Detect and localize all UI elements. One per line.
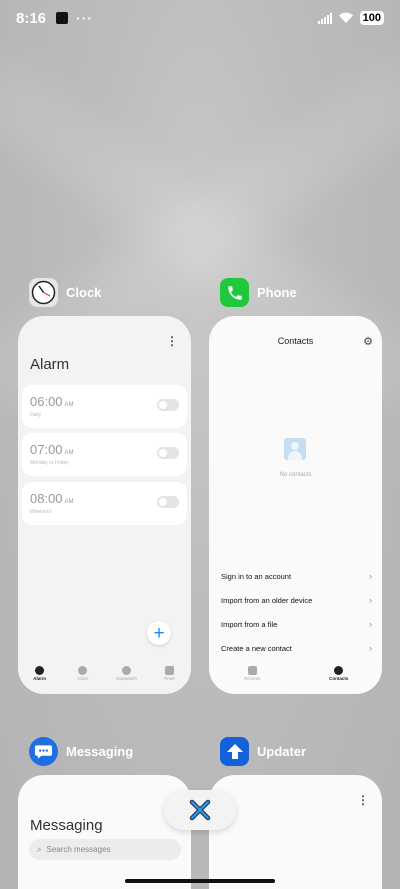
clock-icon xyxy=(78,666,88,675)
sign-in-option: Sign in to an account › xyxy=(221,571,372,581)
clear-all-button[interactable] xyxy=(164,790,236,830)
alarm-repeat: Monday to Friday xyxy=(30,460,69,466)
tab-contacts: Contacts xyxy=(296,666,383,690)
alarm-repeat: Daily xyxy=(30,412,42,418)
alarm-item: 07:00 AM Monday to Friday xyxy=(22,433,187,476)
import-file-option: Import from a file › xyxy=(221,619,372,629)
clock-tab-bar: Alarm Clock Stopwatch Timer xyxy=(18,666,191,690)
status-bar: 8:16 ··· 100 xyxy=(0,0,400,36)
alarm-time: 08:00 AM xyxy=(30,491,74,506)
messaging-app-card[interactable]: Messaging ⌕ Search messages xyxy=(18,775,191,889)
more-notifications-icon: ··· xyxy=(76,10,94,26)
search-icon: ⌕ xyxy=(37,844,42,854)
tab-alarm: Alarm xyxy=(18,666,61,690)
phone-icon xyxy=(247,666,257,675)
tab-clock: Clock xyxy=(61,666,104,690)
more-options-icon: ⋮ xyxy=(166,334,178,348)
alarm-toggle xyxy=(157,447,179,459)
clock-app-label: Clock xyxy=(66,285,102,300)
updater-app-icon[interactable] xyxy=(220,737,249,766)
chevron-right-icon: › xyxy=(369,571,372,581)
alarm-time: 06:00 AM xyxy=(30,394,74,409)
clock-app-icon[interactable] xyxy=(29,278,58,307)
alarm-time: 07:00 AM xyxy=(30,442,74,457)
notification-icon xyxy=(56,12,69,24)
alarm-toggle xyxy=(157,399,179,411)
empty-contacts-icon xyxy=(284,438,306,460)
status-time: 8:16 xyxy=(16,9,47,27)
chevron-right-icon: › xyxy=(369,643,372,653)
alarm-repeat: Weekend xyxy=(30,509,52,515)
add-alarm-button: + xyxy=(147,621,171,645)
tab-timer: Timer xyxy=(148,666,191,690)
messaging-app-label: Messaging xyxy=(66,744,134,759)
tab-recents: Recents xyxy=(209,666,296,690)
tab-stopwatch: Stopwatch xyxy=(105,666,148,690)
messaging-title: Messaging xyxy=(30,817,103,834)
clock-app-card[interactable]: ⋮ Alarm 06:00 AM Daily 07:00 AM Monday to … xyxy=(18,316,191,694)
settings-icon: ⚙ xyxy=(363,336,373,348)
hourglass-icon xyxy=(164,666,174,675)
alarm-title: Alarm xyxy=(30,356,70,373)
updater-app-label: Updater xyxy=(257,744,307,759)
phone-app-header[interactable]: Phone xyxy=(220,278,297,307)
updater-app-header[interactable]: Updater xyxy=(220,737,306,766)
messaging-app-icon[interactable] xyxy=(29,737,58,766)
updater-app-card[interactable]: ⋮ xyxy=(209,775,382,889)
alarm-toggle xyxy=(157,496,179,508)
contacts-title: Contacts xyxy=(277,336,314,346)
wifi-icon xyxy=(338,12,353,23)
more-options-icon: ⋮ xyxy=(357,793,369,807)
alarm-icon xyxy=(35,666,45,675)
phone-app-label: Phone xyxy=(257,285,297,300)
chevron-right-icon: › xyxy=(369,619,372,629)
chevron-right-icon: › xyxy=(369,595,372,605)
person-icon xyxy=(334,666,344,675)
phone-tab-bar: Recents Contacts xyxy=(209,666,382,690)
messaging-app-header[interactable]: Messaging xyxy=(29,737,133,766)
no-contacts-text: No contacts xyxy=(279,472,312,478)
create-contact-option: Create a new contact › xyxy=(221,643,372,653)
search-messages-field: ⌕ Search messages xyxy=(29,839,181,860)
stopwatch-icon xyxy=(121,666,131,675)
close-icon xyxy=(189,799,211,821)
alarm-item: 06:00 AM Daily xyxy=(22,385,187,428)
import-older-device-option: Import from an older device › xyxy=(221,595,372,605)
battery-icon: 100 xyxy=(359,11,384,25)
home-indicator[interactable] xyxy=(125,879,275,883)
phone-app-card[interactable]: Contacts ⚙ No contacts Sign in to an acc… xyxy=(209,316,382,694)
phone-app-icon[interactable] xyxy=(220,278,249,307)
signal-icon xyxy=(317,12,332,24)
alarm-item: 08:00 AM Weekend xyxy=(22,482,187,525)
clock-app-header[interactable]: Clock xyxy=(29,278,101,307)
